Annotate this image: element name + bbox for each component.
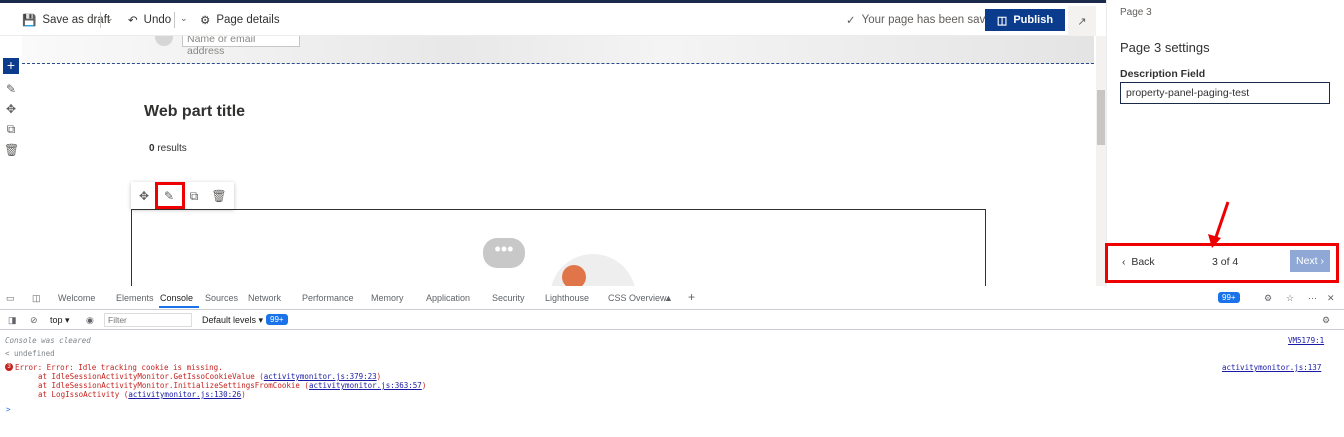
description-field[interactable]: [1120, 82, 1330, 104]
gear-icon: ⚙: [200, 14, 211, 27]
tab-memory[interactable]: Memory: [371, 293, 404, 303]
edit-section-icon[interactable]: ✎: [4, 82, 18, 96]
gear-icon[interactable]: ⚙: [1264, 293, 1272, 304]
undo-button[interactable]: ↶ Undo: [128, 3, 171, 36]
console-cleared: Console was cleared: [5, 336, 91, 345]
console-undefined: < undefined: [5, 349, 55, 358]
error-count-icon: 3: [5, 363, 13, 371]
check-icon: ✓: [846, 14, 856, 27]
move-icon[interactable]: ✥: [133, 186, 155, 206]
console-prompt[interactable]: >: [6, 405, 11, 414]
save-draft-button[interactable]: 💾 Save as draft: [22, 3, 110, 36]
stack-line: at LogIssoActivity (activitymonitor.js:1…: [38, 390, 246, 399]
undo-icon: ↶: [128, 14, 138, 27]
webpart-title[interactable]: Web part title: [144, 103, 245, 121]
delete-icon[interactable]: 🗑: [4, 143, 19, 157]
source-link[interactable]: VM5179:1: [1288, 336, 1324, 345]
issues-badge[interactable]: 99+: [266, 314, 288, 325]
error-source-link[interactable]: activitymonitor.js:137: [1222, 363, 1321, 372]
page-canvas: Name or email address + ✎ ✥ ⧉ 🗑 Web part…: [0, 36, 1096, 286]
add-section-button[interactable]: +: [3, 58, 19, 74]
tab-performance[interactable]: Performance: [302, 293, 354, 303]
console-filter-bar: ◨ ⊘ top ▾ ◉ Default levels ▾ 99+ ⚙: [0, 310, 1344, 330]
tab-network[interactable]: Network: [248, 293, 281, 303]
device-toggle-icon[interactable]: ▭: [6, 293, 15, 304]
people-picker-input[interactable]: Name or email address: [182, 36, 300, 57]
move-icon[interactable]: ✥: [4, 102, 18, 116]
more-icon[interactable]: ⋯: [1308, 293, 1317, 304]
chevron-down-icon[interactable]: ⌄: [106, 13, 114, 24]
save-icon: 💾: [22, 14, 37, 27]
edit-highlight-box: [155, 182, 185, 209]
duplicate-icon[interactable]: ⧉: [4, 122, 18, 136]
eye-icon[interactable]: ◉: [86, 315, 94, 326]
stack-line: at IdleSessionActivityMonitor.Initialize…: [38, 381, 427, 390]
share-icon[interactable]: ☆: [1286, 293, 1294, 304]
publish-button[interactable]: ◫ Publish: [985, 9, 1065, 31]
scrollbar-thumb[interactable]: [1097, 90, 1105, 145]
illustration-person-icon: [562, 265, 586, 286]
tab-welcome[interactable]: Welcome: [58, 293, 95, 303]
add-tab-icon[interactable]: +: [688, 290, 695, 304]
saved-status: ✓ Your page has been saved: [846, 13, 999, 27]
stack-line: at IdleSessionActivityMonitor.GetIssoCoo…: [38, 372, 382, 381]
results-count: 0 results: [149, 143, 187, 154]
page-details-button[interactable]: ⚙ Page details: [200, 3, 280, 36]
tab-css-overview[interactable]: CSS Overview: [608, 293, 667, 303]
inspect-icon[interactable]: ◫: [32, 293, 41, 304]
error-message: Error: Error: Idle tracking cookie is mi…: [15, 363, 223, 372]
tab-security[interactable]: Security: [492, 293, 525, 303]
settings-title: Page 3 settings: [1120, 40, 1210, 55]
context-select[interactable]: top ▾: [50, 315, 70, 326]
tab-lighthouse[interactable]: Lighthouse: [545, 293, 589, 303]
tab-console[interactable]: Console: [160, 293, 193, 303]
edit-toolbar: 💾 Save as draft ⌄ ↶ Undo ⌄ ⚙ Page detail…: [0, 3, 1096, 36]
page-label: Page 3: [1120, 7, 1152, 18]
sidebar-toggle-icon[interactable]: ◨: [8, 315, 17, 326]
levels-select[interactable]: Default levels ▾: [202, 315, 263, 326]
close-icon[interactable]: ✕: [1327, 293, 1335, 304]
flask-icon: ▲: [664, 293, 673, 303]
book-icon: ◫: [996, 14, 1008, 27]
gear-icon[interactable]: ⚙: [1322, 315, 1330, 326]
tab-elements[interactable]: Elements: [116, 293, 154, 303]
console-filter-input[interactable]: [104, 313, 192, 327]
annotation-arrow-icon: [1208, 201, 1230, 248]
chat-bubble-icon: •••: [483, 238, 525, 268]
description-label: Description Field: [1120, 68, 1206, 80]
duplicate-icon[interactable]: ⧉: [183, 186, 205, 206]
active-tab-indicator: [159, 306, 199, 308]
issues-badge[interactable]: 99+: [1218, 292, 1240, 303]
tab-sources[interactable]: Sources: [205, 293, 238, 303]
devtools-tabbar: ▭ ◫ Welcome Elements Console Sources Net…: [0, 286, 1344, 310]
tab-application[interactable]: Application: [426, 293, 470, 303]
collapse-icon[interactable]: ↗: [1068, 6, 1096, 36]
clear-console-icon[interactable]: ⊘: [30, 315, 38, 326]
chevron-down-icon[interactable]: ⌄: [180, 13, 188, 24]
delete-icon[interactable]: 🗑: [208, 186, 230, 206]
